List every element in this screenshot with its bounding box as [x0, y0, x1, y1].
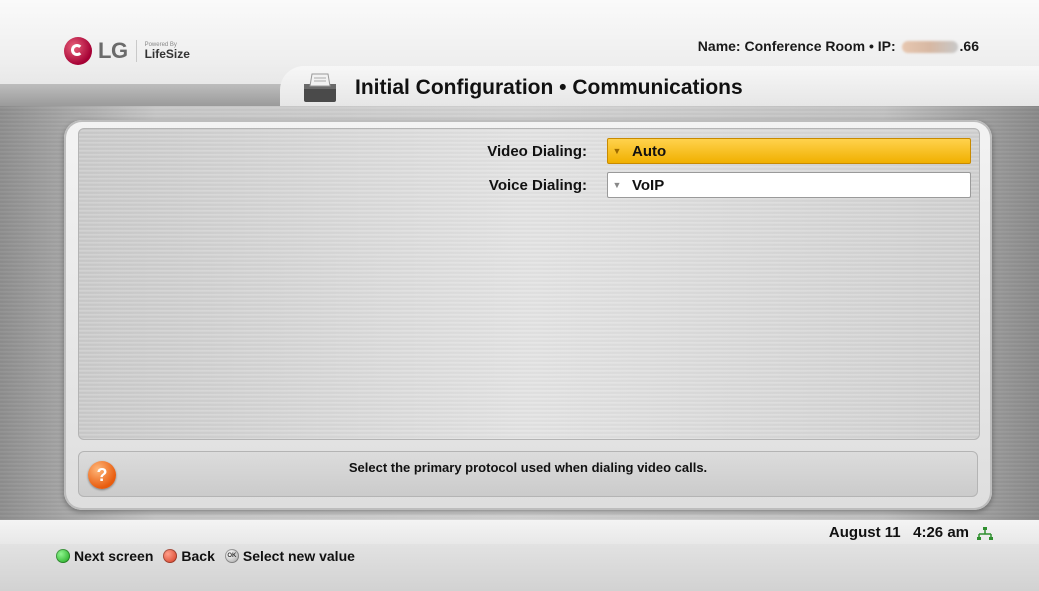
date-time: August 11 4:26 am: [829, 524, 969, 541]
remote-hints: Next screen Back OK Select new value: [56, 548, 359, 564]
system-name: Name: Conference Room: [697, 38, 866, 54]
hint-back[interactable]: Back: [163, 548, 215, 564]
hint-label: Select new value: [242, 548, 355, 564]
ip-suffix: .66: [959, 38, 979, 54]
logo-divider: [135, 40, 137, 62]
separator: •: [868, 38, 874, 54]
hint-select-value[interactable]: OK Select new value: [224, 548, 355, 564]
date: August 11: [828, 524, 901, 541]
red-button-icon: [163, 549, 178, 563]
configuration-icon: [304, 73, 336, 102]
dropdown-arrow-icon: ▼: [612, 146, 622, 156]
ip-redacted: [901, 41, 958, 54]
voice-dialing-value: VoIP: [632, 176, 665, 194]
video-dialing-label: Video Dialing:: [487, 142, 587, 160]
partner-name: LifeSize: [144, 47, 190, 61]
time: 4:26 am: [913, 524, 969, 541]
voice-dialing-label: Voice Dialing:: [488, 176, 587, 194]
voice-dialing-row: Voice Dialing: ▼ VoIP: [0, 171, 1039, 199]
logo: LG Powered By LifeSize: [64, 36, 190, 66]
ok-button-icon: OK: [224, 549, 239, 563]
hint-label: Next screen: [74, 548, 154, 564]
ip-label: IP:: [877, 38, 896, 54]
video-dialing-select[interactable]: ▼ Auto: [607, 138, 971, 164]
hint-label: Back: [181, 548, 215, 564]
video-dialing-row: Video Dialing: ▼ Auto: [0, 137, 1039, 165]
hint-next-screen[interactable]: Next screen: [56, 548, 153, 564]
video-dialing-value: Auto: [632, 142, 667, 160]
system-info: Name: Conference Room • IP: .66: [698, 38, 979, 54]
voice-dialing-select[interactable]: ▼ VoIP: [607, 172, 971, 198]
network-icon: [977, 527, 993, 540]
page-title: Initial Configuration • Communications: [355, 76, 743, 99]
dropdown-arrow-icon: ▼: [612, 180, 622, 190]
lg-logo-icon: [64, 37, 92, 65]
brand-name: LG: [98, 38, 128, 63]
help-text: Select the primary protocol used when di…: [348, 460, 708, 475]
green-button-icon: [56, 549, 70, 563]
powered-by: Powered By LifeSize: [145, 42, 190, 60]
